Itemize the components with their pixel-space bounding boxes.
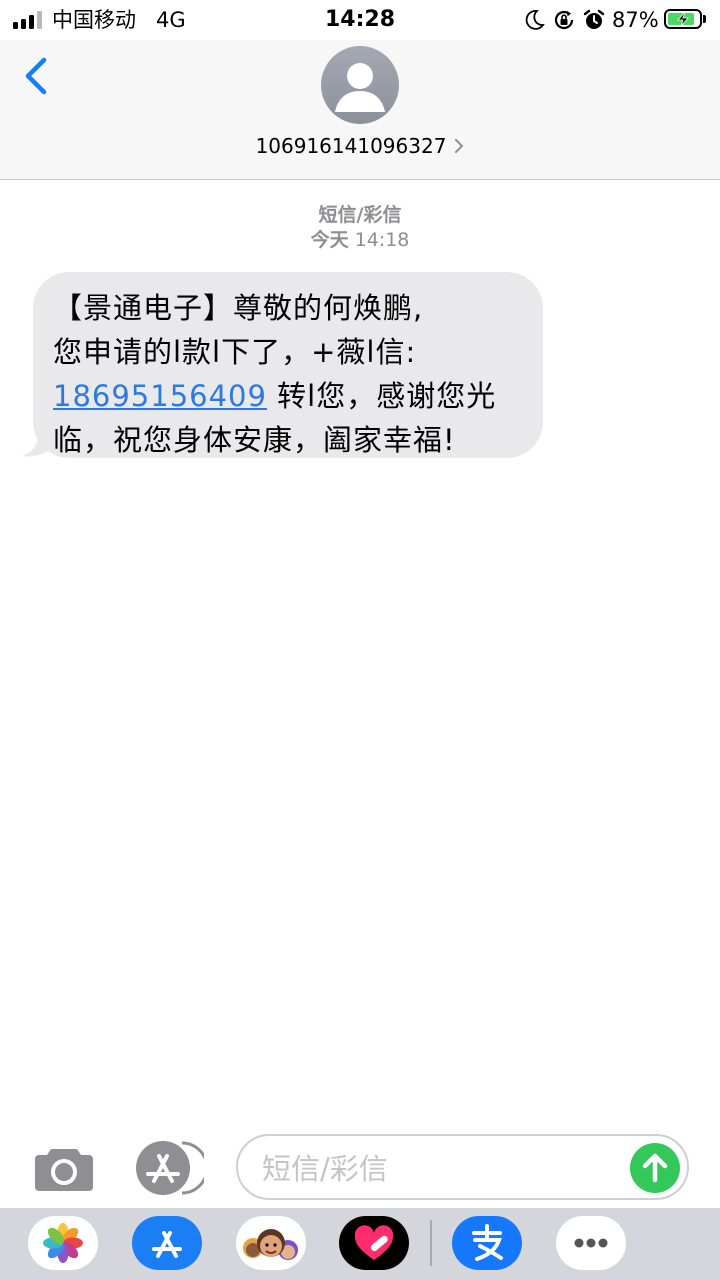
app-store-icon (152, 1231, 182, 1258)
photos-icon (43, 1223, 83, 1263)
chevron-left-icon[interactable] (18, 52, 58, 100)
message-line-3: 18695156409 转l您，感谢您光 (53, 374, 523, 418)
battery-tip (703, 15, 706, 23)
message-text: 【景通电子】尊敬的何焕鹏, 您申请的l款l下了，+薇l信: 1869515640… (53, 286, 523, 462)
contact-number: 106916141096327 (255, 134, 447, 158)
camera-icon[interactable] (33, 1143, 95, 1193)
message-timestamp: 今天 14:18 (0, 228, 720, 252)
memoji-icon (243, 1229, 298, 1260)
app-drawer (0, 1208, 720, 1280)
drawer-separator (430, 1220, 432, 1266)
photos-app-button[interactable] (28, 1216, 98, 1270)
battery-percent: 87% (612, 8, 659, 32)
contact-name-button[interactable]: 106916141096327 (0, 132, 720, 160)
message-line-3-rest: 转l您，感谢您光 (266, 379, 497, 413)
charging-bolt-icon (677, 11, 689, 27)
alipay-app-button[interactable] (452, 1216, 522, 1270)
send-button[interactable] (630, 1143, 680, 1193)
alipay-icon (472, 1224, 503, 1261)
phone-number-link[interactable]: 18695156409 (53, 379, 267, 413)
timestamp-day: 今天 (310, 229, 349, 251)
message-type-label: 短信/彩信 (318, 204, 402, 226)
status-bar: 中国移动 4G 14:28 87% (0, 0, 720, 40)
timestamp-time: 14:18 (354, 229, 410, 251)
message-input[interactable]: 短信/彩信 (236, 1134, 689, 1200)
app-store-icon[interactable] (134, 1141, 204, 1195)
digital-touch-icon (354, 1225, 394, 1260)
contact-avatar[interactable] (321, 46, 399, 124)
person-silhouette-icon (335, 63, 385, 112)
message-line-1: 【景通电子】尊敬的何焕鹏, (53, 291, 424, 325)
incoming-message-bubble[interactable]: 【景通电子】尊敬的何焕鹏, 您申请的l款l下了，+薇l信: 1869515640… (33, 272, 543, 458)
do-not-disturb-moon-icon (525, 10, 545, 30)
rotation-lock-icon (554, 10, 574, 30)
more-apps-button[interactable] (556, 1216, 626, 1270)
digital-touch-app-button[interactable] (339, 1216, 409, 1270)
message-line-2: 您申请的l款l下了，+薇l信: (53, 335, 417, 369)
alarm-clock-icon (583, 9, 605, 29)
memoji-app-button[interactable] (236, 1216, 306, 1270)
arrow-up-icon (642, 1153, 668, 1183)
conversation-header: 106916141096327 (0, 40, 720, 180)
battery-charging-icon (664, 9, 702, 29)
message-input-placeholder: 短信/彩信 (262, 1152, 388, 1186)
app-store-drawer-button[interactable] (132, 1216, 202, 1270)
chevron-right-icon (455, 139, 464, 153)
more-icon (574, 1238, 608, 1248)
message-line-4: 临，祝您身体安康，阖家幸福! (53, 423, 456, 457)
